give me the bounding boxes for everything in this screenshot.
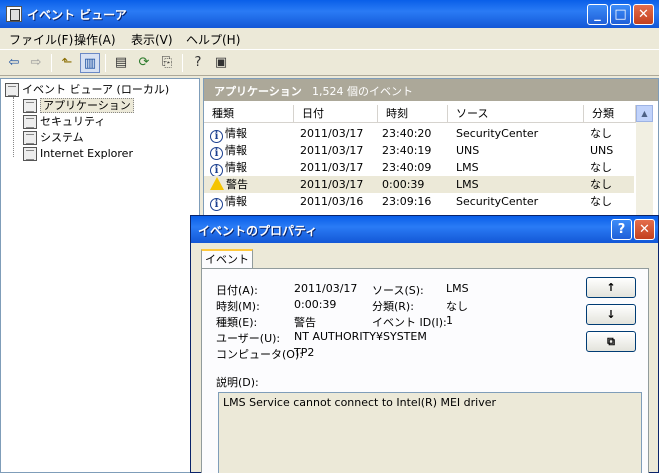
menu-file[interactable]: ファイル(F): [9, 31, 73, 48]
minimize-button[interactable]: _: [587, 4, 608, 25]
refresh-icon[interactable]: ⟳: [134, 53, 154, 73]
next-event-button[interactable]: ↓: [586, 304, 636, 325]
table-row[interactable]: i 情報 2011/03/17 23:40:19 UNS UNS: [204, 142, 634, 160]
time-label: 時刻(M):: [216, 300, 260, 313]
type-value: 警告: [294, 316, 316, 329]
close-button[interactable]: ✕: [633, 4, 654, 25]
show-hide-tree-icon[interactable]: ▥: [80, 53, 100, 73]
column-header-time[interactable]: 時刻: [378, 105, 448, 123]
event-count: 1,524 個のイベント: [312, 85, 413, 98]
column-header-source[interactable]: ソース: [448, 105, 584, 123]
previous-event-button[interactable]: ↑: [586, 277, 636, 298]
table-row[interactable]: i 情報 2011/03/17 23:40:20 SecurityCenter な…: [204, 125, 634, 143]
table-row[interactable]: i 情報 2011/03/17 23:40:09 LMS なし: [204, 159, 634, 177]
main-title-bar[interactable]: イベント ビューア _ □ ✕: [0, 0, 659, 28]
info-icon: i: [210, 198, 223, 211]
window-title: イベント ビューア: [27, 8, 127, 22]
table-row[interactable]: i 情報 2011/03/16 23:09:16 SecurityCenter な…: [204, 193, 634, 211]
description-text: LMS Service cannot connect to Intel(R) M…: [223, 396, 497, 409]
tree-item-internet-explorer[interactable]: Internet Explorer: [23, 146, 133, 162]
computer-label: コンピュータ(O):: [216, 348, 303, 361]
toolbar: ⇦ ⇨ ⬑ ▥ ▤ ⟳ ⎘ ? ▣: [0, 49, 659, 76]
computer-value: TP2: [294, 346, 315, 359]
toolbar-separator: [182, 54, 183, 72]
description-label: 説明(D):: [216, 376, 259, 389]
date-value: 2011/03/17: [294, 282, 358, 295]
help-button[interactable]: ?: [611, 219, 632, 240]
tree-item-security[interactable]: セキュリティ: [23, 114, 105, 130]
column-header-date[interactable]: 日付: [294, 105, 378, 123]
copy-button[interactable]: ⧉: [586, 331, 636, 352]
tree-root[interactable]: イベント ビューア (ローカル): [5, 82, 169, 98]
user-value: NT AUTHORITY¥SYSTEM: [294, 330, 427, 343]
maximize-button[interactable]: □: [610, 4, 631, 25]
log-icon: [23, 115, 37, 129]
tree-item-application[interactable]: アプリケーション: [23, 98, 134, 114]
menu-help[interactable]: ヘルプ(H): [186, 31, 240, 48]
tab-event[interactable]: イベント: [201, 249, 253, 269]
type-label: 種類(E):: [216, 316, 258, 329]
column-header-category[interactable]: 分類: [584, 105, 636, 123]
menu-bar: ファイル(F) 操作(A) 表示(V) ヘルプ(H): [0, 28, 659, 48]
menu-action[interactable]: 操作(A): [74, 31, 116, 48]
event-tab-panel: 日付(A): 2011/03/17 ソース(S): LMS 時刻(M): 0:0…: [201, 268, 649, 473]
category-value: なし: [446, 300, 468, 313]
log-icon: [23, 131, 37, 145]
toolbar-separator: [51, 54, 52, 72]
toolbar-separator: [105, 54, 106, 72]
log-icon: [23, 99, 37, 113]
column-headers: 種類 日付 時刻 ソース 分類: [204, 105, 658, 123]
table-row-selected[interactable]: 警告 2011/03/17 0:00:39 LMS なし: [204, 176, 634, 193]
log-icon: [23, 147, 37, 161]
console-tree[interactable]: イベント ビューア (ローカル) アプリケーション セキュリティ システム In…: [0, 78, 200, 473]
source-label: ソース(S):: [372, 284, 424, 297]
event-properties-dialog: イベントのプロパティ ? ✕ イベント 日付(A): 2011/03/17 ソー…: [190, 215, 659, 473]
log-name: アプリケーション: [214, 85, 302, 98]
up-folder-icon[interactable]: ⬑: [57, 53, 77, 73]
properties-icon[interactable]: ▤: [111, 53, 131, 73]
description-textbox[interactable]: LMS Service cannot connect to Intel(R) M…: [218, 392, 642, 473]
tree-item-system[interactable]: システム: [23, 130, 84, 146]
console-icon[interactable]: ▣: [211, 53, 231, 73]
event-id-label: イベント ID(I):: [372, 316, 447, 329]
event-viewer-app-icon: [6, 6, 22, 22]
scroll-up-arrow-icon[interactable]: ▲: [636, 105, 653, 122]
menu-view[interactable]: 表示(V): [131, 31, 173, 48]
tree-connector-lines: [13, 97, 23, 157]
source-value: LMS: [446, 282, 469, 295]
category-label: 分類(R):: [372, 300, 414, 313]
computer-log-icon: [5, 83, 19, 97]
dialog-close-button[interactable]: ✕: [634, 219, 655, 240]
warning-icon: [210, 177, 224, 190]
column-header-type[interactable]: 種類: [204, 105, 294, 123]
forward-arrow-icon[interactable]: ⇨: [26, 53, 46, 73]
date-label: 日付(A):: [216, 284, 258, 297]
list-scrollbar[interactable]: ▲: [636, 105, 653, 215]
back-arrow-icon[interactable]: ⇦: [4, 53, 24, 73]
dialog-title-bar[interactable]: イベントのプロパティ ? ✕: [191, 216, 658, 243]
time-value: 0:00:39: [294, 298, 337, 311]
export-list-icon[interactable]: ⎘: [157, 53, 177, 73]
dialog-title: イベントのプロパティ: [198, 224, 318, 238]
event-id-value: 1: [446, 314, 453, 327]
help-icon[interactable]: ?: [188, 53, 208, 73]
list-header: アプリケーション 1,524 個のイベント: [204, 79, 658, 101]
user-label: ユーザー(U):: [216, 332, 281, 345]
